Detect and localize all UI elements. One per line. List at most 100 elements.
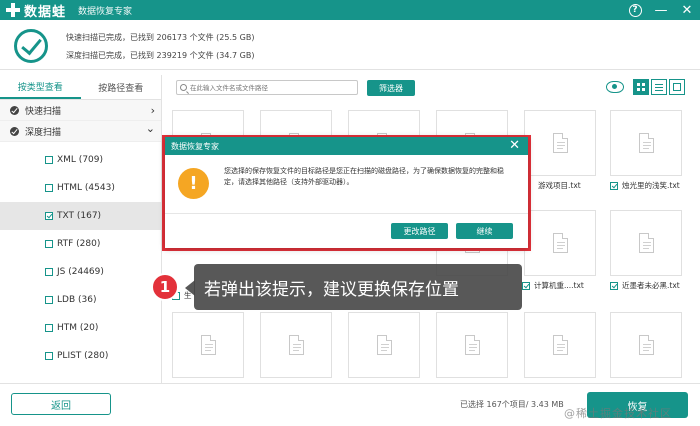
checkbox[interactable]	[45, 212, 53, 220]
file-name: 计算机重....txt	[522, 280, 602, 291]
type-label: HTM (20)	[57, 323, 99, 333]
document-icon	[289, 335, 304, 355]
tree-deep-scan[interactable]: 深度扫描 ⌄	[0, 121, 161, 142]
type-item-plist[interactable]: PLIST (280)	[0, 342, 161, 370]
grid-view-button[interactable]	[633, 79, 649, 95]
document-icon	[553, 335, 568, 355]
file-card[interactable]: 游戏项目.txt	[524, 110, 596, 192]
type-label: XML (709)	[57, 155, 104, 165]
type-label: LDB (36)	[57, 295, 97, 305]
tree-label: 深度扫描	[25, 127, 62, 138]
bottom-bar: 返回 已选择 167个项目/ 3.43 MB 恢复 @稀土掘金技术社区	[0, 383, 700, 426]
file-card[interactable]: 烛光里的浅笑.txt	[610, 110, 682, 192]
document-icon	[639, 335, 654, 355]
checkbox[interactable]	[610, 281, 618, 290]
check-circle-icon	[14, 29, 48, 63]
search-icon	[180, 84, 187, 91]
type-item-ldb[interactable]: LDB (36)	[0, 286, 161, 314]
checkbox[interactable]	[45, 184, 53, 192]
warning-icon: !	[178, 168, 209, 199]
type-item-xml[interactable]: XML (709)	[0, 146, 161, 174]
tab-by-path[interactable]: 按路径查看	[81, 75, 162, 99]
file-card[interactable]: 近墨者未必黑.txt	[610, 210, 682, 292]
help-circle-icon: ?	[628, 3, 642, 17]
dialog-close-icon[interactable]: ✕	[509, 138, 520, 153]
file-name: 烛光里的浅笑.txt	[610, 180, 690, 191]
file-card[interactable]	[260, 312, 332, 383]
filter-button[interactable]: 筛选器	[367, 80, 415, 96]
tip-callout: 若弹出该提示，建议更换保存位置	[194, 264, 522, 310]
list-view-icon	[655, 83, 663, 91]
document-icon	[553, 133, 568, 153]
document-icon	[553, 233, 568, 253]
type-label: PLIST (280)	[57, 351, 109, 361]
tab-by-type[interactable]: 按类型查看	[0, 75, 81, 99]
continue-button[interactable]: 继续	[456, 223, 513, 239]
checkbox[interactable]	[522, 281, 530, 290]
checkbox[interactable]	[45, 296, 53, 304]
type-label: TXT (167)	[57, 211, 102, 221]
sidebar: 按类型查看 按路径查看 快速扫描 › 深度扫描 ⌄ XML (709) HTML…	[0, 75, 162, 383]
window-controls: ? — ✕	[622, 0, 700, 20]
checkbox[interactable]	[45, 352, 53, 360]
file-name-text: 近墨者未必黑.txt	[622, 281, 680, 290]
tree-label: 快速扫描	[25, 106, 62, 117]
checkbox[interactable]	[45, 324, 53, 332]
file-card[interactable]	[436, 312, 508, 383]
app-subtitle: 数据恢复专家	[78, 6, 133, 17]
file-thumbnail	[260, 312, 332, 378]
dialog-divider	[165, 213, 528, 214]
logo-cross-icon	[6, 3, 20, 17]
file-name-text: 计算机重....txt	[534, 281, 584, 290]
minimize-button[interactable]: —	[648, 0, 674, 20]
tree-quick-scan[interactable]: 快速扫描 ›	[0, 100, 161, 121]
checkbox[interactable]	[45, 156, 53, 164]
file-card[interactable]	[172, 312, 244, 383]
detail-view-icon	[673, 83, 681, 91]
file-thumbnail	[610, 312, 682, 378]
file-thumbnail	[524, 210, 596, 276]
deep-scan-status: 深度扫描已完成，已找到 239219 个文件 (34.7 GB)	[66, 51, 255, 60]
search-input[interactable]	[190, 83, 355, 92]
file-name: 近墨者未必黑.txt	[610, 280, 690, 291]
file-card[interactable]: 计算机重....txt	[522, 210, 596, 292]
file-thumbnail	[436, 312, 508, 378]
chevron-right-icon[interactable]: ›	[151, 104, 155, 117]
file-thumbnail	[172, 312, 244, 378]
help-button[interactable]: ?	[622, 0, 648, 20]
file-thumbnail	[524, 312, 596, 378]
change-path-button[interactable]: 更改路径	[391, 223, 448, 239]
search-box[interactable]	[176, 80, 358, 95]
file-card[interactable]	[610, 312, 682, 383]
file-card[interactable]	[348, 312, 420, 383]
type-item-js[interactable]: JS (24469)	[0, 258, 161, 286]
type-item-txt[interactable]: TXT (167)	[0, 202, 161, 230]
file-thumbnail	[610, 110, 682, 176]
file-name-text: 游戏项目.txt	[538, 181, 581, 190]
eye-icon[interactable]	[606, 81, 624, 93]
checkbox[interactable]	[610, 181, 618, 190]
document-icon	[201, 335, 216, 355]
type-label: JS (24469)	[57, 267, 104, 277]
scan-status-panel: 快速扫描已完成，已找到 206173 个文件 (25.5 GB) 深度扫描已完成…	[0, 20, 700, 70]
type-label: RTF (280)	[57, 239, 101, 249]
close-button[interactable]: ✕	[674, 0, 700, 20]
file-card[interactable]	[524, 312, 596, 383]
type-item-htm[interactable]: HTM (20)	[0, 314, 161, 342]
checkbox[interactable]	[45, 240, 53, 248]
document-icon	[377, 335, 392, 355]
detail-view-button[interactable]	[669, 79, 685, 95]
list-view-button[interactable]	[651, 79, 667, 95]
title-bar: 数据蛙 数据恢复专家 ? — ✕	[0, 0, 700, 20]
type-item-html[interactable]: HTML (4543)	[0, 174, 161, 202]
watermark: @稀土掘金技术社区	[564, 407, 672, 420]
selection-summary: 已选择 167个项目/ 3.43 MB	[460, 400, 564, 409]
chevron-down-icon[interactable]: ⌄	[146, 122, 155, 135]
file-thumbnail	[610, 210, 682, 276]
checkbox[interactable]	[45, 268, 53, 276]
type-item-rtf[interactable]: RTF (280)	[0, 230, 161, 258]
logo-text: 数据蛙	[24, 4, 67, 20]
grid-view-icon	[637, 83, 645, 91]
step-badge: 1	[151, 273, 179, 301]
back-button[interactable]: 返回	[11, 393, 111, 415]
